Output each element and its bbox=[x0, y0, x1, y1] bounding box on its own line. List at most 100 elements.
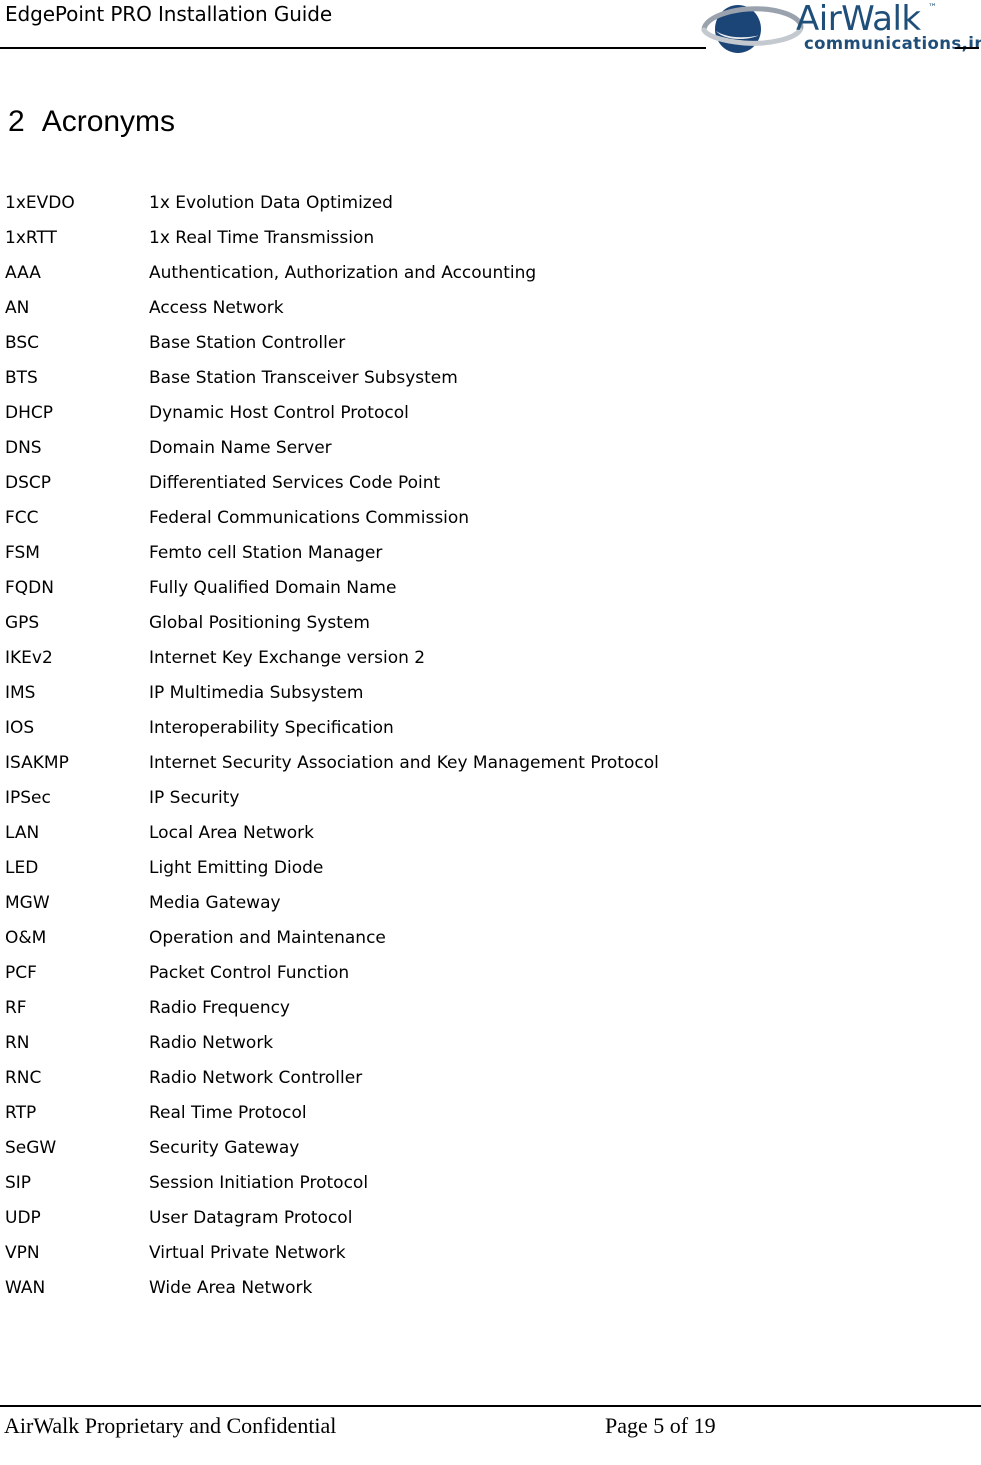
acronym-definition: Radio Network bbox=[149, 1033, 274, 1053]
acronym-definition: 1x Evolution Data Optimized bbox=[149, 193, 393, 213]
acronym-row: RNC Radio Network Controller bbox=[0, 1061, 981, 1096]
acronym-definition: Femto cell Station Manager bbox=[149, 543, 383, 563]
airwalk-logo: AirWalk ™ communications,inc. bbox=[700, 0, 981, 64]
acronym-definition: Session Initiation Protocol bbox=[149, 1173, 369, 1193]
acronym-definition: Authentication, Authorization and Accoun… bbox=[149, 263, 537, 283]
acronym-term: FCC bbox=[5, 508, 39, 528]
acronym-definition: Radio Network Controller bbox=[149, 1068, 363, 1088]
acronym-row: PCF Packet Control Function bbox=[0, 956, 981, 991]
acronym-definition: User Datagram Protocol bbox=[149, 1208, 353, 1228]
acronym-definition: Real Time Protocol bbox=[149, 1103, 307, 1123]
acronym-row: BSC Base Station Controller bbox=[0, 326, 981, 361]
acronym-definition: Fully Qualified Domain Name bbox=[149, 578, 397, 598]
acronym-row: DNS Domain Name Server bbox=[0, 431, 981, 466]
footer-confidentiality-notice: AirWalk Proprietary and Confidential bbox=[4, 1413, 337, 1438]
acronym-definition: Interoperability Specification bbox=[149, 718, 394, 738]
document-page: EdgePoint PRO Installation Guide AirWalk… bbox=[0, 0, 981, 1465]
acronym-row: 1xRTT 1x Real Time Transmission bbox=[0, 221, 981, 256]
acronym-term: IOS bbox=[5, 718, 35, 738]
acronym-term: DHCP bbox=[5, 403, 53, 423]
header-divider-stub bbox=[955, 47, 979, 49]
acronym-term: RTP bbox=[5, 1103, 37, 1123]
acronym-term: FSM bbox=[5, 543, 40, 563]
acronym-term: UDP bbox=[5, 1208, 41, 1228]
acronym-term: SeGW bbox=[5, 1138, 57, 1158]
acronym-row: UDP User Datagram Protocol bbox=[0, 1201, 981, 1236]
acronym-row: BTS Base Station Transceiver Subsystem bbox=[0, 361, 981, 396]
acronym-definition: Light Emitting Diode bbox=[149, 858, 324, 878]
acronym-term: MGW bbox=[5, 893, 50, 913]
acronym-term: GPS bbox=[5, 613, 40, 633]
acronym-row: VPN Virtual Private Network bbox=[0, 1236, 981, 1271]
acronym-row: 1xEVDO 1x Evolution Data Optimized bbox=[0, 186, 981, 221]
footer-page-number: Page 5 of 19 bbox=[605, 1413, 716, 1438]
acronym-row: RN Radio Network bbox=[0, 1026, 981, 1061]
acronym-definition: IP Multimedia Subsystem bbox=[149, 683, 364, 703]
acronym-row: IOS Interoperability Specification bbox=[0, 711, 981, 746]
acronym-term: O&M bbox=[5, 928, 47, 948]
acronym-term: VPN bbox=[5, 1243, 40, 1263]
acronym-row: WAN Wide Area Network bbox=[0, 1271, 981, 1306]
acronym-term: 1xRTT bbox=[5, 228, 57, 248]
acronym-row: DHCP Dynamic Host Control Protocol bbox=[0, 396, 981, 431]
acronym-definition: 1x Real Time Transmission bbox=[149, 228, 375, 248]
logo-wordmark: AirWalk bbox=[796, 0, 921, 39]
acronym-definition: Global Positioning System bbox=[149, 613, 370, 633]
acronym-term: ISAKMP bbox=[5, 753, 69, 773]
acronym-term: IMS bbox=[5, 683, 36, 703]
header-divider bbox=[0, 47, 706, 49]
acronym-row: IMS IP Multimedia Subsystem bbox=[0, 676, 981, 711]
acronym-list: 1xEVDO 1x Evolution Data Optimized 1xRTT 1x… bbox=[0, 186, 981, 1306]
acronym-row: ISAKMP Internet Security Association and … bbox=[0, 746, 981, 781]
acronym-term: AN bbox=[5, 298, 30, 318]
page-header: EdgePoint PRO Installation Guide AirWalk… bbox=[0, 0, 981, 72]
section-title: Acronyms bbox=[41, 105, 176, 138]
acronym-definition: Dynamic Host Control Protocol bbox=[149, 403, 409, 423]
acronym-definition: Operation and Maintenance bbox=[149, 928, 386, 948]
acronym-definition: IP Security bbox=[149, 788, 240, 808]
acronym-row: LAN Local Area Network bbox=[0, 816, 981, 851]
acronym-term: DNS bbox=[5, 438, 42, 458]
acronym-definition: Access Network bbox=[149, 298, 284, 318]
section-number: 2 bbox=[8, 105, 25, 138]
acronym-definition: Media Gateway bbox=[149, 893, 281, 913]
acronym-row: MGW Media Gateway bbox=[0, 886, 981, 921]
acronym-term: WAN bbox=[5, 1278, 46, 1298]
acronym-definition: Domain Name Server bbox=[149, 438, 332, 458]
acronym-row: IKEv2 Internet Key Exchange version 2 bbox=[0, 641, 981, 676]
acronym-definition: Base Station Controller bbox=[149, 333, 346, 353]
acronym-term: BTS bbox=[5, 368, 38, 388]
acronym-term: IKEv2 bbox=[5, 648, 53, 668]
acronym-definition: Internet Key Exchange version 2 bbox=[149, 648, 426, 668]
acronym-definition: Virtual Private Network bbox=[149, 1243, 346, 1263]
document-title: EdgePoint PRO Installation Guide bbox=[5, 2, 333, 26]
acronym-definition: Base Station Transceiver Subsystem bbox=[149, 368, 458, 388]
acronym-row: IPSec IP Security bbox=[0, 781, 981, 816]
acronym-row: RTP Real Time Protocol bbox=[0, 1096, 981, 1131]
acronym-definition: Radio Frequency bbox=[149, 998, 290, 1018]
acronym-definition: Packet Control Function bbox=[149, 963, 350, 983]
acronym-term: BSC bbox=[5, 333, 40, 353]
acronym-row: SeGW Security Gateway bbox=[0, 1131, 981, 1166]
acronym-row: LED Light Emitting Diode bbox=[0, 851, 981, 886]
acronym-term: RF bbox=[5, 998, 27, 1018]
acronym-term: 1xEVDO bbox=[5, 193, 75, 213]
acronym-term: RNC bbox=[5, 1068, 42, 1088]
acronym-term: RN bbox=[5, 1033, 30, 1053]
acronym-definition: Internet Security Association and Key Ma… bbox=[149, 753, 659, 773]
footer-divider bbox=[0, 1405, 981, 1407]
acronym-row: FQDN Fully Qualified Domain Name bbox=[0, 571, 981, 606]
acronym-row: RF Radio Frequency bbox=[0, 991, 981, 1026]
acronym-row: O&M Operation and Maintenance bbox=[0, 921, 981, 956]
acronym-term: LAN bbox=[5, 823, 40, 843]
trademark-icon: ™ bbox=[928, 3, 937, 13]
logo-tagline: communications,inc. bbox=[804, 34, 981, 53]
acronym-row: FCC Federal Communications Commission bbox=[0, 501, 981, 536]
acronym-definition: Wide Area Network bbox=[149, 1278, 313, 1298]
acronym-term: IPSec bbox=[5, 788, 51, 808]
acronym-term: AAA bbox=[5, 263, 41, 283]
acronym-term: DSCP bbox=[5, 473, 52, 493]
acronym-row: FSM Femto cell Station Manager bbox=[0, 536, 981, 571]
acronym-row: AAA Authentication, Authorization and Acc… bbox=[0, 256, 981, 291]
acronym-definition: Federal Communications Commission bbox=[149, 508, 470, 528]
